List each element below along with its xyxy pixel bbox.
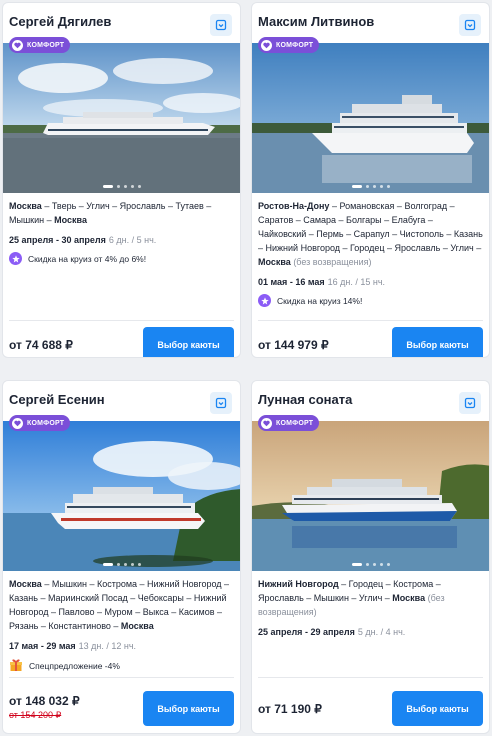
route-endpoint: Нижний Новгород <box>258 579 339 589</box>
promo: Спецпредложение -4% <box>9 658 234 674</box>
route-endpoint: Москва <box>392 593 426 603</box>
route-endpoint: Москва <box>258 257 291 267</box>
carousel-dots[interactable] <box>252 185 489 188</box>
badge-label: КОМФОРТ <box>276 41 314 49</box>
ship-photo[interactable] <box>3 421 240 571</box>
bookmark-icon <box>215 19 227 31</box>
ship-photo[interactable] <box>3 43 240 193</box>
route-endpoint: Ростов-На-Дону <box>258 201 330 211</box>
select-cabin-button[interactable]: Выбор каюты <box>392 327 483 357</box>
promo-text: Скидка на круиз от 4% до 6%! <box>28 253 147 264</box>
divider <box>258 677 483 678</box>
comfort-badge: КОМФОРТ <box>258 37 320 53</box>
route: Москва – Тверь – Углич – Ярославль – Тут… <box>9 199 234 227</box>
bookmark-button[interactable] <box>459 14 481 36</box>
heart-icon <box>12 417 23 429</box>
cruise-dates: 01 мая - 16 мая 16 дн. / 15 нч. <box>258 277 483 287</box>
ship-name[interactable]: Сергей Дягилев <box>9 14 111 29</box>
heart-icon <box>12 39 23 51</box>
ship-name[interactable]: Максим Литвинов <box>258 14 374 29</box>
route-endpoint: Москва <box>54 215 87 225</box>
route: Москва – Мышкин – Кострома – Нижний Новг… <box>9 577 234 633</box>
select-cabin-button[interactable]: Выбор каюты <box>143 327 234 357</box>
old-price: от 154 200 ₽ <box>9 710 62 720</box>
select-cabin-button[interactable]: Выбор каюты <box>143 691 234 726</box>
route-endpoint: Москва <box>9 579 42 589</box>
carousel-dots[interactable] <box>3 563 240 566</box>
ship-photo[interactable] <box>252 421 489 571</box>
cruise-dates: 17 мая - 29 мая 13 дн. / 12 нч. <box>9 641 234 651</box>
price: от 148 032 ₽ <box>9 694 80 708</box>
cruise-card[interactable]: Лунная соната КОМФОРТ Нижний Новгород – … <box>251 380 490 734</box>
date-from: 17 мая <box>9 641 39 651</box>
star-icon <box>258 294 271 307</box>
route-endpoint: Москва <box>120 621 154 631</box>
route-endpoint: Москва <box>9 201 42 211</box>
route: Ростов-На-Дону – Романовская – Волгоград… <box>258 199 483 269</box>
cruise-dates: 25 апреля - 29 апреля 5 дн. / 4 нч. <box>258 627 483 637</box>
duration: 13 дн. / 12 нч. <box>78 641 137 651</box>
heart-icon <box>261 417 272 429</box>
duration: 6 дн. / 5 нч. <box>108 235 157 245</box>
gift-icon <box>9 658 23 674</box>
cruise-card[interactable]: Сергей Есенин КОМФОРТ Москва – Мышкин – … <box>2 380 241 734</box>
cruise-card[interactable]: Максим Литвинов КОМФОРТ Ростов-На-Дону –… <box>251 2 490 358</box>
bookmark-button[interactable] <box>210 14 232 36</box>
promo: Скидка на круиз от 4% до 6%! <box>9 252 234 265</box>
select-cabin-button[interactable]: Выбор каюты <box>392 691 483 726</box>
price: от 74 688 ₽ <box>9 338 73 352</box>
star-icon <box>9 252 22 265</box>
carousel-dots[interactable] <box>252 563 489 566</box>
carousel-dots[interactable] <box>3 185 240 188</box>
date-to: 16 мая <box>295 277 325 287</box>
bookmark-icon <box>464 397 476 409</box>
promo: Скидка на круиз 14%! <box>258 294 483 307</box>
divider <box>258 320 483 321</box>
comfort-badge: КОМФОРТ <box>258 415 320 431</box>
date-from: 25 апреля <box>9 235 54 245</box>
route-note: (без возвращения) <box>290 257 372 267</box>
divider <box>9 677 234 678</box>
cruise-dates: 25 апреля - 30 апреля 6 дн. / 5 нч. <box>9 235 234 245</box>
promo-text: Скидка на круиз 14%! <box>277 295 363 306</box>
date-to: 29 мая <box>46 641 76 651</box>
price: от 144 979 ₽ <box>258 338 329 352</box>
comfort-badge: КОМФОРТ <box>9 37 71 53</box>
bookmark-icon <box>464 19 476 31</box>
comfort-badge: КОМФОРТ <box>9 415 71 431</box>
bookmark-icon <box>215 397 227 409</box>
bookmark-button[interactable] <box>459 392 481 414</box>
badge-label: КОМФОРТ <box>27 41 65 49</box>
route-stops: – Мышкин – Кострома – Нижний Новгород – … <box>9 579 230 631</box>
ship-name[interactable]: Лунная соната <box>258 392 352 407</box>
bookmark-button[interactable] <box>210 392 232 414</box>
price: от 71 190 ₽ <box>258 702 322 716</box>
duration: 16 дн. / 15 нч. <box>327 277 386 287</box>
duration: 5 дн. / 4 нч. <box>357 627 406 637</box>
route: Нижний Новгород – Городец – Кострома – Я… <box>258 577 483 619</box>
divider <box>9 320 234 321</box>
badge-label: КОМФОРТ <box>276 419 314 427</box>
ship-name[interactable]: Сергей Есенин <box>9 392 105 407</box>
date-from: 25 апреля <box>258 627 303 637</box>
cruise-card[interactable]: Сергей Дягилев КОМФОРТ Москва – Тверь – … <box>2 2 241 358</box>
date-to: 29 апреля <box>310 627 355 637</box>
ship-photo[interactable] <box>252 43 489 193</box>
date-from: 01 мая <box>258 277 288 287</box>
date-to: 30 апреля <box>61 235 106 245</box>
badge-label: КОМФОРТ <box>27 419 65 427</box>
heart-icon <box>261 39 272 51</box>
promo-text: Спецпредложение -4% <box>29 661 120 671</box>
